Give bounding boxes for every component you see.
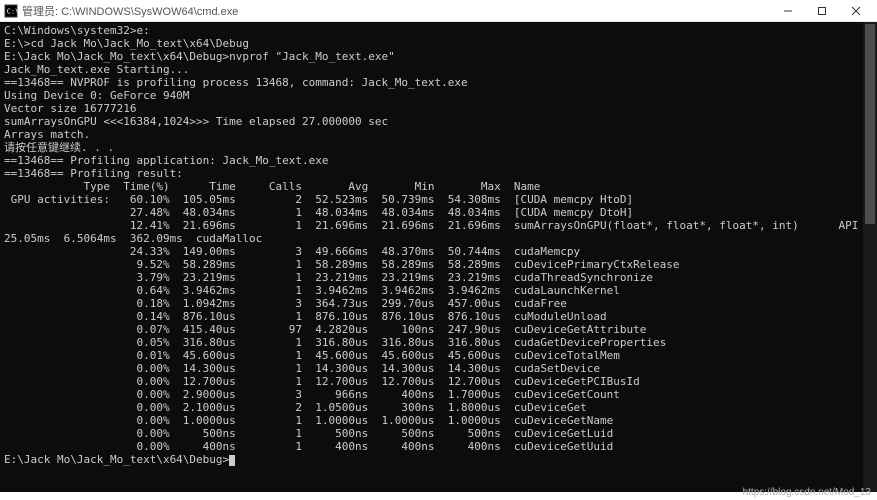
terminal-line: Vector size 16777216 xyxy=(4,102,873,115)
terminal-line: 0.00% 400ns 1 400ns 400ns 400ns cuDevice… xyxy=(4,440,873,453)
terminal-line: C:\Windows\system32>e: xyxy=(4,24,873,37)
terminal-line: 0.05% 316.80us 1 316.80us 316.80us 316.8… xyxy=(4,336,873,349)
terminal-line: 0.00% 2.1000us 2 1.0500us 300ns 1.8000us… xyxy=(4,401,873,414)
terminal-line: E:\Jack Mo\Jack_Mo_text\x64\Debug>nvprof… xyxy=(4,50,873,63)
vertical-scrollbar[interactable] xyxy=(863,22,877,492)
maximize-icon xyxy=(817,6,827,16)
terminal-line: ==13468== Profiling result: xyxy=(4,167,873,180)
terminal-line: Using Device 0: GeForce 940M xyxy=(4,89,873,102)
terminal-line: 3.79% 23.219ms 1 23.219ms 23.219ms 23.21… xyxy=(4,271,873,284)
terminal-line: 0.00% 2.9000us 3 966ns 400ns 1.7000us cu… xyxy=(4,388,873,401)
titlebar[interactable]: C:\ 管理员: C:\WINDOWS\SysWOW64\cmd.exe xyxy=(0,0,877,22)
terminal-line: 0.64% 3.9462ms 1 3.9462ms 3.9462ms 3.946… xyxy=(4,284,873,297)
window-title: 管理员: C:\WINDOWS\SysWOW64\cmd.exe xyxy=(22,3,238,19)
titlebar-controls xyxy=(771,1,873,21)
terminal-output[interactable]: C:\Windows\system32>e:E:\>cd Jack Mo\Jac… xyxy=(0,22,877,492)
minimize-icon xyxy=(783,6,793,16)
terminal-line: 0.00% 14.300us 1 14.300us 14.300us 14.30… xyxy=(4,362,873,375)
terminal-line: ==13468== NVPROF is profiling process 13… xyxy=(4,76,873,89)
maximize-button[interactable] xyxy=(805,1,839,21)
cmd-window: C:\ 管理员: C:\WINDOWS\SysWOW64\cmd.exe C:\… xyxy=(0,0,877,492)
terminal-line: 0.14% 876.10us 1 876.10us 876.10us 876.1… xyxy=(4,310,873,323)
terminal-line: 25.05ms 6.5064ms 362.09ms cudaMalloc xyxy=(4,232,873,245)
terminal-line: E:\Jack Mo\Jack_Mo_text\x64\Debug> xyxy=(4,453,873,466)
watermark: https://blog.csdn.net/Mod_13 xyxy=(743,487,871,498)
terminal-line: 9.52% 58.289ms 1 58.289ms 58.289ms 58.28… xyxy=(4,258,873,271)
terminal-line: 24.33% 149.00ms 3 49.666ms 48.370ms 50.7… xyxy=(4,245,873,258)
terminal-line: 0.00% 1.0000us 1 1.0000us 1.0000us 1.000… xyxy=(4,414,873,427)
terminal-line: ==13468== Profiling application: Jack_Mo… xyxy=(4,154,873,167)
terminal-line: 请按任意键继续. . . xyxy=(4,141,873,154)
terminal-line: Arrays match. xyxy=(4,128,873,141)
terminal-line: 0.00% 500ns 1 500ns 500ns 500ns cuDevice… xyxy=(4,427,873,440)
svg-text:C:\: C:\ xyxy=(7,7,18,15)
terminal-line: 0.01% 45.600us 1 45.600us 45.600us 45.60… xyxy=(4,349,873,362)
terminal-line: GPU activities: 60.10% 105.05ms 2 52.523… xyxy=(4,193,873,206)
terminal-line: 0.00% 12.700us 1 12.700us 12.700us 12.70… xyxy=(4,375,873,388)
terminal-line: Jack_Mo_text.exe Starting... xyxy=(4,63,873,76)
titlebar-left: C:\ 管理员: C:\WINDOWS\SysWOW64\cmd.exe xyxy=(4,3,238,19)
minimize-button[interactable] xyxy=(771,1,805,21)
terminal-line: 0.07% 415.40us 97 4.2820us 100ns 247.90u… xyxy=(4,323,873,336)
close-button[interactable] xyxy=(839,1,873,21)
terminal-line: sumArraysOnGPU <<<16384,1024>>> Time ela… xyxy=(4,115,873,128)
close-icon xyxy=(851,6,861,16)
terminal-line: 0.18% 1.0942ms 3 364.73us 299.70us 457.0… xyxy=(4,297,873,310)
scrollbar-thumb[interactable] xyxy=(865,24,875,224)
terminal-line: E:\>cd Jack Mo\Jack_Mo_text\x64\Debug xyxy=(4,37,873,50)
terminal-line: Type Time(%) Time Calls Avg Min Max Name xyxy=(4,180,873,193)
cmd-icon: C:\ xyxy=(4,4,18,18)
terminal-line: 12.41% 21.696ms 1 21.696ms 21.696ms 21.6… xyxy=(4,219,873,232)
terminal-line: 27.48% 48.034ms 1 48.034ms 48.034ms 48.0… xyxy=(4,206,873,219)
cursor xyxy=(229,455,235,466)
